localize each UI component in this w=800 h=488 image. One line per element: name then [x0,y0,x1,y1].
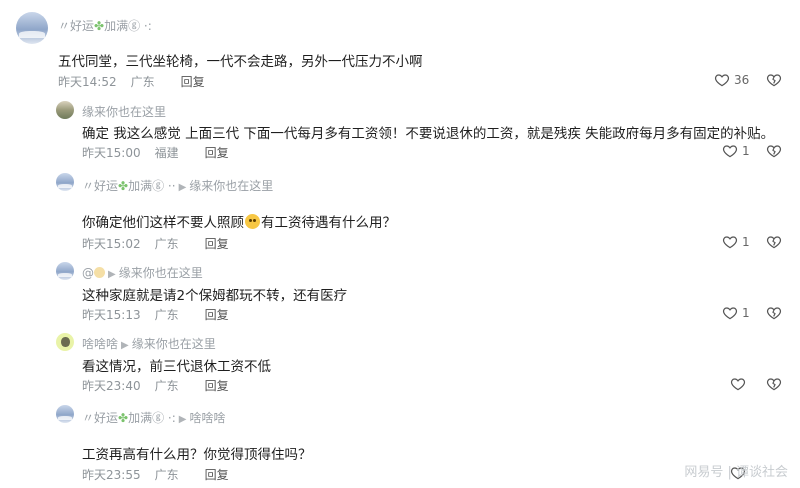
dislike-button[interactable] [766,376,782,396]
avatar[interactable] [16,12,48,44]
like-button[interactable]: 1 [722,143,750,159]
like-button[interactable]: 36 [714,72,749,88]
heart-icon [722,145,738,158]
comment-username[interactable]: 〃好运✤加满ⓖ ·: [58,17,152,34]
comment-text: 工资再高有什么用？你觉得顶得住吗？ [82,447,312,463]
broken-heart-icon [766,236,782,249]
comment-username[interactable]: 缘来你也在这里 [82,103,166,120]
watermark: 网易号 | 谭谈社会 [684,465,788,480]
comment-time: 昨天15:13 [82,308,141,322]
avatar[interactable] [56,405,74,423]
like-button[interactable] [730,376,746,392]
heart-icon [722,307,738,320]
reply-button[interactable]: 回复 [205,377,229,394]
comment-location: 广东 [154,308,179,322]
comment-meta: 昨天23:55 广东 回复 [82,466,229,483]
heart-icon [730,378,746,391]
reply-target: 缘来你也在这里 [189,179,274,193]
avatar[interactable] [56,333,74,351]
comment-time: 昨天15:00 [82,146,141,160]
avatar[interactable] [56,262,74,280]
like-count: 1 [742,306,750,320]
comment-text: 你确定他们这样不要人照顾 有工资待遇有什么用？ [82,214,396,231]
reply-button[interactable]: 回复 [205,235,229,252]
avatar[interactable] [56,173,74,191]
reply-button[interactable]: 回复 [205,306,229,323]
comment-location: 广东 [130,75,155,89]
comment-time: 昨天14:52 [58,75,117,89]
like-count: 36 [734,73,750,87]
like-button[interactable]: 1 [722,305,750,321]
comment-time: 昨天15:02 [82,237,141,251]
reply-button[interactable]: 回复 [205,144,229,161]
dislike-button[interactable] [766,143,782,163]
crying-emoji-icon [245,214,260,229]
dislike-button[interactable] [766,234,782,254]
comment-meta: 昨天15:00 福建 回复 [82,144,229,161]
comment-location: 广东 [154,237,179,251]
like-count: 1 [742,144,750,158]
comment-text: 看这情况，前三代退休工资不低 [82,359,271,375]
like-count: 1 [742,235,750,249]
reply-button[interactable]: 回复 [181,73,205,90]
like-button[interactable]: 1 [722,234,750,250]
comment-meta: 昨天15:02 广东 回复 [82,235,229,252]
comment-meta: 昨天15:13 广东 回复 [82,306,229,323]
comment-username[interactable]: @ ▶ 缘来你也在这里 [82,264,203,281]
reply-target: 缘来你也在这里 [131,337,216,351]
reply-target: 缘来你也在这里 [118,266,203,280]
comment-text: 这种家庭就是请2个保姆都玩不转，还有医疗 [82,288,348,304]
comment-time: 昨天23:40 [82,379,141,393]
heart-icon [714,74,730,87]
comment-username[interactable]: 〃好运✤加满ⓖ ·: ▶ 啥啥啥 [82,409,226,426]
comment-text: 五代同堂，三代坐轮椅，一代不会走路，另外一代压力不小啊 [58,54,423,70]
comment-username[interactable]: 〃好运✤加满ⓖ ·· ▶ 缘来你也在这里 [82,177,273,194]
heart-icon [722,236,738,249]
broken-heart-icon [766,145,782,158]
comment-location: 广东 [154,468,179,482]
broken-heart-icon [766,307,782,320]
avatar[interactable] [56,101,74,119]
comment-location: 广东 [154,379,179,393]
comment-time: 昨天23:55 [82,468,141,482]
reply-button[interactable]: 回复 [205,466,229,483]
broken-heart-icon [766,378,782,391]
comment-meta: 昨天23:40 广东 回复 [82,377,229,394]
reply-target: 啥啥啥 [189,411,226,425]
comment-location: 福建 [154,146,179,160]
comment-username[interactable]: 啥啥啥 ▶ 缘来你也在这里 [82,335,216,352]
comment-text: 确定 我这么感觉 上面三代 下面一代每月多有工资领！不要说退休的工资，就是残疾 … [82,126,775,142]
dislike-button[interactable] [766,305,782,325]
dislike-button[interactable] [766,72,782,92]
comment-meta: 昨天14:52 广东 回复 [58,73,205,90]
broken-heart-icon [766,74,782,87]
